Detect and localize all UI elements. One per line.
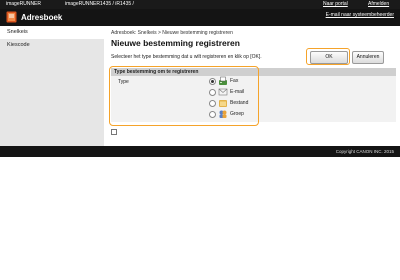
page-header: Adresboek E-mail naar systeembeheerder: [0, 9, 400, 26]
logout-link[interactable]: Afmelden: [368, 0, 389, 9]
portal-link[interactable]: Naar portal: [323, 0, 348, 9]
page-title: Nieuwe bestemming registreren: [111, 38, 240, 48]
sidebar-item-snelkeis[interactable]: Snelkeis: [0, 26, 104, 39]
copyright-text: Copyright CANON INC. 2015: [335, 149, 394, 154]
device-model-label: imageRUNNER1435 / iR1435 /: [65, 1, 134, 7]
top-bar: imageRUNNER imageRUNNER1435 / iR1435 / N…: [0, 0, 400, 9]
main-content: Adresboek: Snelkeis > Nieuwe bestemming …: [104, 26, 400, 146]
sidebar: Snelkeis Kiescode: [0, 26, 104, 146]
cancel-button[interactable]: Annuleren: [352, 51, 384, 64]
sidebar-item-kiescode[interactable]: Kiescode: [0, 39, 104, 52]
ok-button[interactable]: OK: [310, 51, 348, 64]
brand-label: imageRUNNER: [6, 1, 42, 7]
footer: Copyright CANON INC. 2015: [0, 146, 400, 157]
app-title: Adresboek: [21, 13, 63, 22]
type-options-highlight: [109, 66, 259, 126]
instruction-text: Selecteer het type bestemming dat u wilt…: [111, 54, 262, 60]
email-admin-link[interactable]: E-mail naar systeembeheerder: [326, 12, 394, 18]
address-book-icon: [6, 11, 17, 23]
back-to-top-icon[interactable]: [111, 129, 117, 135]
breadcrumb: Adresboek: Snelkeis > Nieuwe bestemming …: [111, 30, 233, 36]
